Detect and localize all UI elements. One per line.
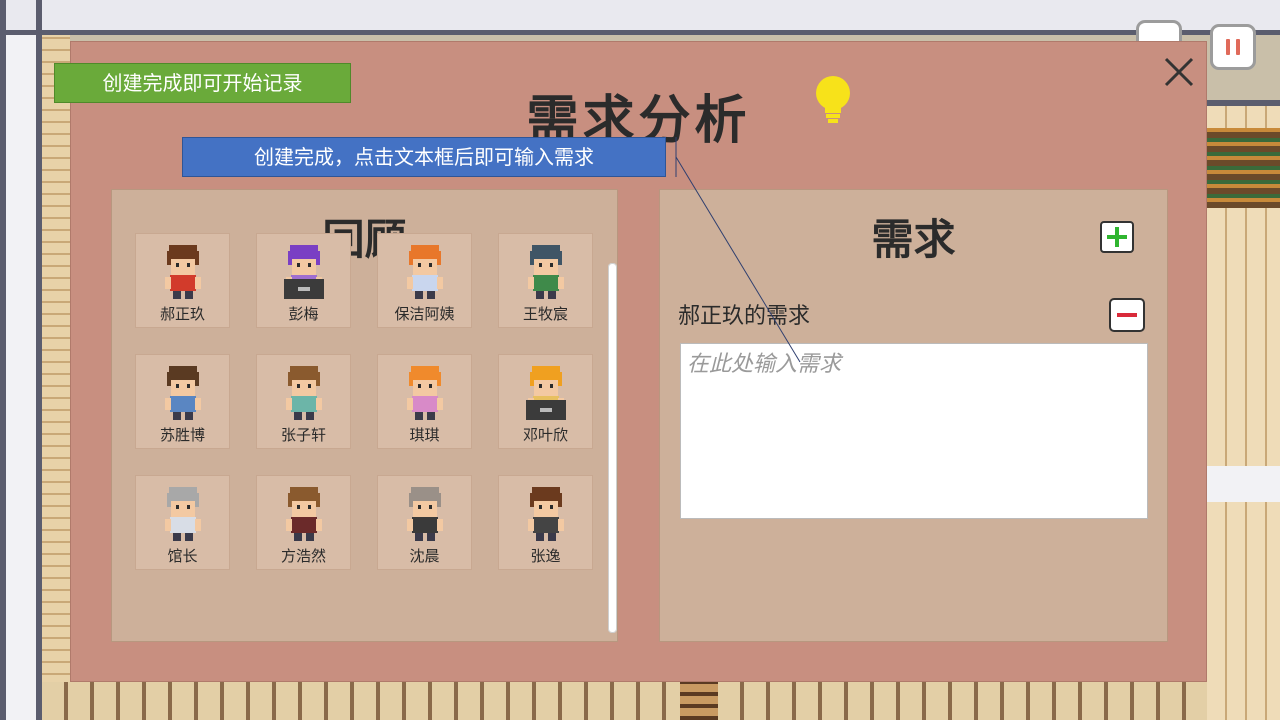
character-sprite [165, 487, 201, 541]
character-sprite [528, 245, 564, 299]
remove-requirement-button[interactable] [1109, 298, 1145, 332]
character-card[interactable]: 方浩然 [256, 475, 351, 570]
scrollbar-thumb[interactable] [608, 263, 617, 633]
plus-icon [1107, 227, 1127, 247]
character-card[interactable]: 张逸 [498, 475, 593, 570]
hint-input-requirement: 创建完成，点击文本框后即可输入需求 [182, 137, 666, 177]
character-name: 张逸 [530, 547, 561, 565]
character-sprite [407, 245, 443, 299]
minus-icon [1117, 313, 1137, 317]
character-name: 郝正玖 [159, 305, 205, 323]
character-sprite [407, 366, 443, 420]
character-sprite [284, 245, 324, 299]
character-sprite [528, 487, 564, 541]
character-sprite [407, 487, 443, 541]
requirement-section: 需求 郝正玖的需求 [659, 189, 1168, 642]
character-name: 张子轩 [280, 426, 326, 444]
character-sprite [286, 366, 322, 420]
character-card[interactable]: 沈晨 [377, 475, 472, 570]
lightbulb-icon [816, 76, 850, 123]
requirement-owner-label: 郝正玖的需求 [678, 304, 811, 329]
character-sprite [165, 366, 201, 420]
character-name: 彭梅 [288, 305, 319, 323]
character-card[interactable]: 琪琪 [377, 354, 472, 449]
character-card[interactable]: 郝正玖 [135, 233, 230, 328]
close-icon[interactable] [1161, 54, 1197, 90]
character-card[interactable]: 张子轩 [256, 354, 351, 449]
pause-button[interactable] [1210, 24, 1256, 70]
character-name: 馆长 [167, 547, 198, 565]
character-name: 沈晨 [409, 547, 440, 565]
character-name: 王牧宸 [522, 305, 568, 323]
character-card[interactable]: 保洁阿姨 [377, 233, 472, 328]
character-name: 琪琪 [409, 426, 440, 444]
character-card[interactable]: 王牧宸 [498, 233, 593, 328]
requirement-title: 需求 [871, 215, 956, 264]
review-section: 回顾 郝正玖 彭梅 保洁阿姨 王牧宸 苏胜博 张子轩 琪琪 邓叶欣 馆长 方浩然 沈晨 张逸 [111, 189, 618, 642]
character-card[interactable]: 彭梅 [256, 233, 351, 328]
character-name: 方浩然 [280, 547, 326, 565]
character-name: 保洁阿姨 [394, 305, 455, 323]
character-sprite [526, 366, 566, 420]
add-requirement-button[interactable] [1100, 221, 1134, 253]
scrollbar[interactable] [608, 263, 617, 633]
requirement-input[interactable] [680, 343, 1148, 519]
character-card[interactable]: 邓叶欣 [498, 354, 593, 449]
character-name: 苏胜博 [159, 426, 205, 444]
character-card[interactable]: 苏胜博 [135, 354, 230, 449]
character-card[interactable]: 馆长 [135, 475, 230, 570]
character-sprite [286, 487, 322, 541]
hint-start-recording: 创建完成即可开始记录 [54, 63, 351, 103]
character-name: 邓叶欣 [522, 426, 568, 444]
character-sprite [165, 245, 201, 299]
